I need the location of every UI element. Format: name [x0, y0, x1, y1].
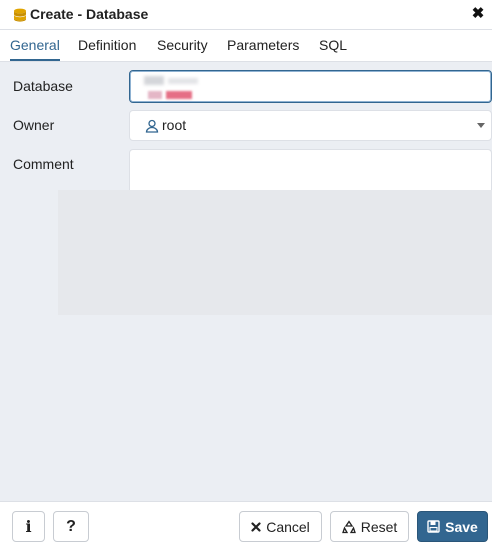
chevron-down-icon[interactable] — [477, 123, 485, 128]
tab-general[interactable]: General — [10, 30, 60, 61]
reset-label: Reset — [360, 518, 398, 535]
close-icon — [251, 521, 261, 532]
database-icon — [14, 8, 26, 22]
reset-button[interactable]: Reset — [330, 511, 409, 542]
save-button[interactable]: Save — [417, 511, 488, 542]
redacted-text — [144, 76, 202, 100]
comment-textarea[interactable] — [129, 149, 492, 190]
recycle-icon — [341, 519, 356, 534]
cancel-button[interactable]: Cancel — [239, 511, 322, 542]
owner-label: Owner — [13, 117, 55, 133]
database-label: Database — [13, 78, 73, 94]
info-button[interactable]: i — [12, 511, 45, 542]
help-button[interactable]: ? — [53, 511, 89, 542]
save-label: Save — [445, 518, 478, 535]
dialog-title: Create - Database — [30, 6, 149, 22]
cancel-label: Cancel — [266, 518, 310, 535]
tab-sql[interactable]: SQL — [319, 30, 347, 61]
owner-value: root — [162, 117, 187, 133]
floppy-disk-icon — [427, 520, 440, 533]
dialog-title-bar: Create - Database ✖ — [0, 0, 492, 30]
comment-label: Comment — [13, 156, 74, 172]
tab-security[interactable]: Security — [157, 30, 208, 61]
info-icon: i — [25, 517, 32, 536]
user-role-icon — [145, 119, 159, 133]
owner-select[interactable]: root — [129, 110, 492, 141]
database-name-input[interactable] — [129, 70, 492, 103]
help-icon: ? — [66, 517, 76, 535]
close-icon[interactable]: ✖ — [470, 5, 486, 23]
empty-panel-area — [58, 190, 492, 315]
tab-parameters[interactable]: Parameters — [227, 30, 299, 61]
tab-bar: General Definition Security Parameters S… — [0, 30, 492, 62]
tab-definition[interactable]: Definition — [78, 30, 136, 61]
dialog-footer: i ? Cancel Reset Save — [0, 501, 492, 545]
